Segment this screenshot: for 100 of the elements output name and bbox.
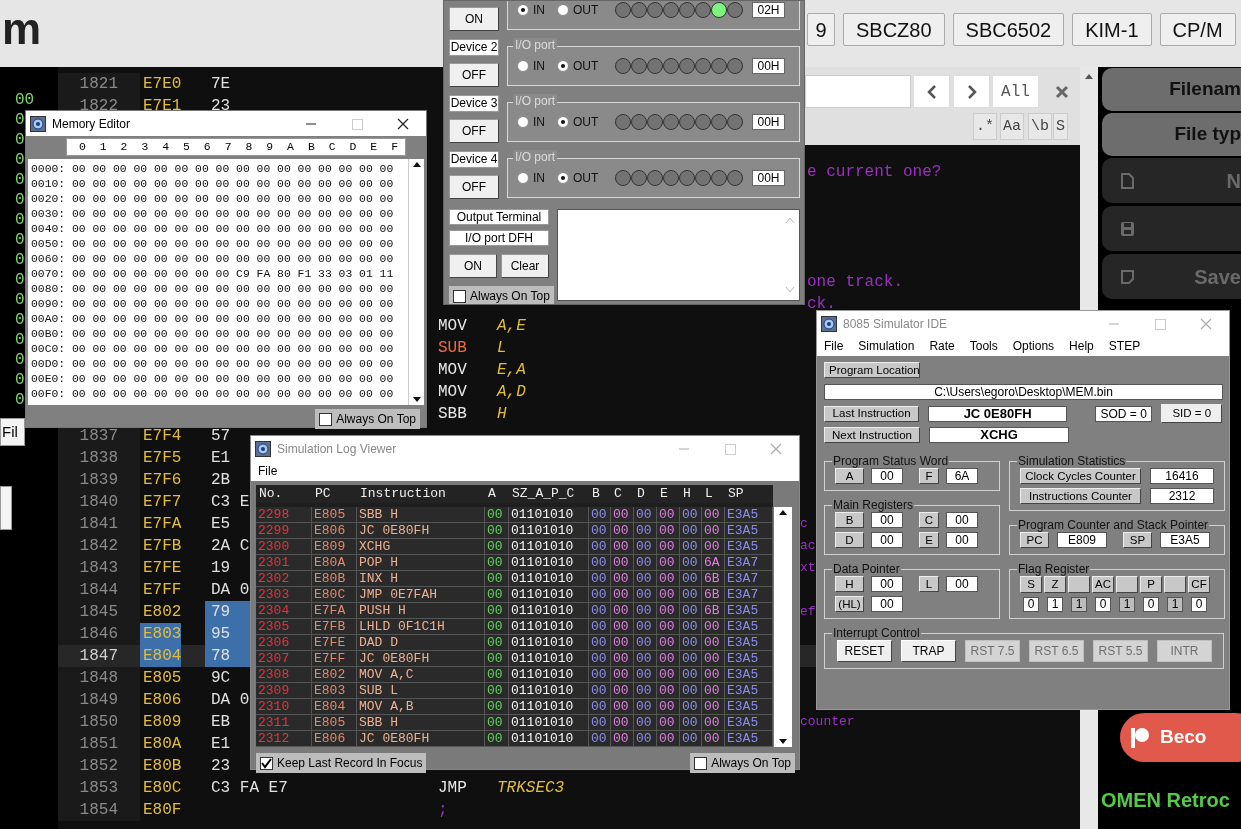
scroll-up-icon[interactable] [1084,72,1094,80]
register-button[interactable]: D [835,532,864,548]
close-icon[interactable] [1055,85,1069,99]
program-location-button[interactable]: Program Location [824,362,920,378]
menu-item[interactable]: Options [1012,337,1055,355]
flag-button[interactable] [1164,576,1186,593]
menu-item[interactable]: File [824,337,844,355]
power-button[interactable]: ON [449,7,499,31]
register-button[interactable]: (HL) [835,596,864,612]
register-button[interactable]: SP [1123,532,1152,548]
flag-button[interactable]: Z [1044,576,1066,593]
search-option[interactable]: \b [1028,113,1052,140]
radio-option[interactable]: IN [517,57,545,75]
board-button[interactable]: KIM-1 [1072,13,1152,46]
flag-button[interactable]: CF [1188,576,1210,593]
all-button[interactable]: All [992,75,1039,108]
register-button[interactable]: PC [1020,532,1049,548]
table-cell: 00 [657,635,680,651]
radio-option[interactable]: OUT [557,1,599,19]
clear-button[interactable]: Clear [501,254,549,278]
register-button[interactable]: H [835,576,864,592]
always-on-top-checkbox[interactable]: Always On Top [449,286,554,304]
menu-item[interactable]: Help [1069,337,1094,355]
register-button[interactable]: L [919,576,939,592]
table-cell: E80B [312,571,357,587]
board-button[interactable]: SBCZ80 [843,13,945,46]
memory-row-text: 00B0: 00 00 00 00 00 00 00 00 00 00 00 00 00 00 00 00 [31,327,395,342]
flag-button[interactable]: AC [1092,576,1114,593]
search-option[interactable]: .* [973,113,997,140]
menu-item[interactable]: Rate [929,337,955,355]
menu-item[interactable]: File [258,462,278,480]
menu-item[interactable]: Tools [969,337,998,355]
interrupt-button[interactable]: TRAP [901,640,956,662]
table-cell: 00 [611,619,634,635]
table-cell: 00 [702,619,725,635]
register-button[interactable]: A [835,468,864,484]
flag-button[interactable] [1116,576,1138,593]
table-cell: 00 [657,715,680,731]
instruction-button[interactable]: Last Instruction [824,405,920,422]
always-on-top-checkbox[interactable]: Always On Top [315,409,420,429]
sidebar-header[interactable]: Filenam [1102,68,1241,111]
table-cell: 2312 [256,731,312,747]
fill-button[interactable]: Fil [0,418,25,446]
table-cell: XCHG [357,539,485,555]
power-button[interactable]: OFF [449,119,499,143]
memory-row-text: 0000: 00 00 00 00 00 00 00 00 00 00 00 00 00 00 00 00 [31,162,395,177]
table-cell: 01101010 [509,555,589,571]
radio-option[interactable]: OUT [557,113,599,131]
flag-button[interactable] [1068,576,1090,593]
radio-option[interactable]: IN [517,169,545,187]
table-cell: 00 [589,651,611,667]
register-button[interactable]: F [919,468,939,484]
instruction-button[interactable]: Next Instruction [824,427,920,443]
interrupt-button[interactable]: RESET [837,640,892,662]
keep-focus-checkbox[interactable]: Keep Last Record In Focus [256,753,427,773]
search-option[interactable]: Aa [1000,113,1024,140]
radio-option[interactable]: OUT [557,169,599,187]
board-button[interactable]: SBC6502 [952,13,1065,46]
group-title: Flag Register [1017,562,1091,576]
register-button[interactable]: E [919,532,939,548]
next-button[interactable] [953,75,990,108]
flag-button[interactable]: P [1140,576,1162,593]
register-value: 6A [946,468,978,484]
register-button[interactable]: C [919,512,939,528]
previous-button[interactable] [913,75,950,108]
sidebar-item[interactable] [1102,206,1241,251]
menu-item[interactable]: Simulation [858,337,915,355]
address-text: E7E1 [142,96,182,117]
radio-option[interactable]: OUT [557,57,599,75]
board-button[interactable]: 9 [807,13,835,46]
on-button[interactable]: ON [449,254,497,278]
operand-text: TRKSEC3 [497,778,565,799]
table-cell: 01101010 [509,539,589,555]
radio-option[interactable]: IN [517,1,545,19]
side-button[interactable] [0,486,12,530]
memory-value: 0 [14,310,25,330]
menu-item[interactable]: STEP [1108,337,1141,355]
radio-option[interactable]: IN [517,113,545,131]
always-on-top-checkbox[interactable]: Always On Top [690,753,795,773]
table-cell: 00 [611,651,634,667]
sidebar-header[interactable]: File typ [1102,113,1241,156]
column-header: Instruction [359,485,447,503]
register-value: 00 [946,576,978,592]
search-field[interactable] [805,75,911,108]
counter-button[interactable]: Clock Cycles Counter [1020,468,1141,484]
power-button[interactable]: OFF [449,175,499,199]
search-option[interactable]: S [1053,113,1068,140]
flag-button[interactable]: S [1020,576,1042,593]
power-button[interactable]: OFF [449,63,499,87]
board-button[interactable]: CP/M [1159,13,1236,46]
support-button[interactable]: Beco [1120,713,1241,762]
table-cell: 2308 [256,667,312,683]
counter-button[interactable]: Instructions Counter [1020,488,1141,504]
register-value: 00 [946,512,978,528]
flag-value: 0 [1143,597,1159,612]
byte-text: 23 [210,96,231,117]
register-button[interactable]: B [835,512,864,528]
table-cell: 00 [634,507,657,523]
sid-button[interactable]: SID = 0 [1161,404,1222,423]
note-icon [1120,268,1135,285]
